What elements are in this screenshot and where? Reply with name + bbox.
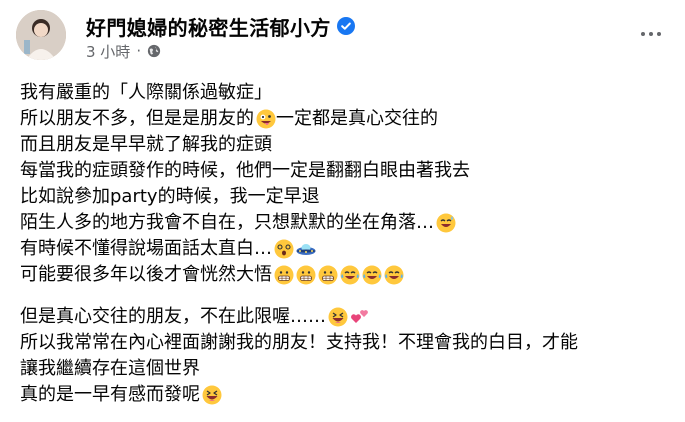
post-text: 但是真心交往的朋友，不在此限喔……: [20, 306, 326, 327]
post-header: 好門媳婦的秘密生活郁小方 3 小時 ·: [16, 10, 669, 62]
grimace-icon: [274, 265, 294, 285]
verified-badge-icon: [336, 17, 355, 35]
post-text: 讓我繼續存在這個世界: [20, 358, 200, 379]
post-line-8: 可能要很多年以後才會恍然大悟: [20, 262, 660, 288]
post-line-7: 有時候不懂得說場面話太直白…: [20, 236, 660, 262]
post-line-5: 比如說參加party的時候，我一定早退: [20, 184, 660, 210]
post-timestamp[interactable]: 3 小時: [86, 41, 130, 62]
dizzy-face-icon: [274, 239, 294, 259]
post-text: 所以朋友不多，但是是朋友的: [20, 108, 254, 129]
post-line-2: 所以朋友不多，但是是朋友的 一定都是真心交往的: [20, 106, 660, 132]
post-line-11: 讓我繼續存在這個世界: [20, 356, 660, 382]
grimace-icon: [318, 265, 338, 285]
post-text: 真的是一早有感而發呢: [20, 384, 200, 405]
facebook-post: 好門媳婦的秘密生活郁小方 3 小時 · 我有嚴重的「人際關係過敏症」 所以朋友不…: [0, 0, 685, 422]
post-line-9: 但是真心交往的朋友，不在此限喔……: [20, 304, 660, 330]
post-text: 有時候不懂得說場面話太直白…: [20, 238, 272, 259]
post-line-4: 每當我的症頭發作的時候，他們一定是翻翻白眼由著我去: [20, 158, 660, 184]
post-meta: 3 小時 ·: [86, 40, 161, 62]
post-text: 陌生人多的地方我會不自在，只想默默的坐在角落…: [20, 212, 434, 233]
post-line-1: 我有嚴重的「人際關係過敏症」: [20, 80, 660, 106]
post-line-3: 而且朋友是早早就了解我的症頭: [20, 132, 660, 158]
post-text-tail: 一定都是真心交往的: [276, 108, 438, 129]
author-name[interactable]: 好門媳婦的秘密生活郁小方: [86, 12, 331, 41]
laughing-icon: [328, 307, 348, 327]
tears-of-joy-icon: [340, 265, 360, 285]
flying-saucer-icon: [296, 239, 316, 259]
laughing-icon: [202, 385, 222, 405]
sweat-smile-icon: [436, 213, 456, 233]
tears-of-joy-icon: [362, 265, 382, 285]
post-line-12: 真的是一早有感而發呢: [20, 382, 660, 408]
author-avatar[interactable]: [16, 10, 66, 60]
tears-of-joy-icon: [384, 265, 404, 285]
avatar-image: [16, 10, 66, 60]
post-body: 我有嚴重的「人際關係過敏症」 所以朋友不多，但是是朋友的 一定都是真心交往的 而…: [20, 80, 660, 408]
post-line-6: 陌生人多的地方我會不自在，只想默默的坐在角落…: [20, 210, 660, 236]
two-hearts-icon: [350, 307, 370, 327]
post-text: 所以我常常在內心裡面謝謝我的朋友！支持我！不理會我的白目，才能: [20, 332, 578, 353]
post-text: 比如說參加party的時候，我一定早退: [20, 186, 320, 207]
crazy-face-icon: [256, 109, 276, 129]
more-options-icon[interactable]: [633, 22, 669, 46]
globe-icon[interactable]: [147, 44, 161, 58]
post-line-10: 所以我常常在內心裡面謝謝我的朋友！支持我！不理會我的白目，才能: [20, 330, 660, 356]
grimace-icon: [296, 265, 316, 285]
author-row: 好門媳婦的秘密生活郁小方: [86, 12, 355, 40]
post-text: 每當我的症頭發作的時候，他們一定是翻翻白眼由著我去: [20, 160, 470, 181]
post-text: 而且朋友是早早就了解我的症頭: [20, 134, 272, 155]
post-text: 我有嚴重的「人際關係過敏症」: [20, 82, 272, 103]
post-text: 可能要很多年以後才會恍然大悟: [20, 264, 272, 285]
meta-separator: ·: [136, 42, 142, 60]
